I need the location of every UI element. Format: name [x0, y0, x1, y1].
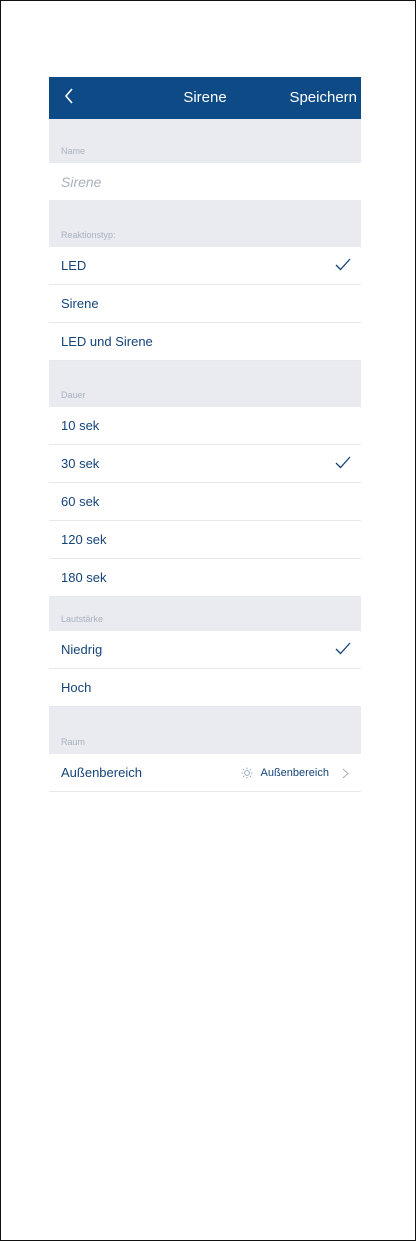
reaction-option-led[interactable]: LED — [49, 247, 361, 285]
navigation-bar: Sirene Speichern — [49, 77, 361, 119]
section-header-reaction: Reaktionstyp: — [49, 200, 361, 247]
section-header-duration: Dauer — [49, 361, 361, 407]
option-label: 60 sek — [61, 494, 100, 509]
duration-option-30[interactable]: 30 sek — [49, 445, 361, 483]
option-label: 30 sek — [61, 456, 100, 471]
sun-icon — [241, 767, 253, 779]
duration-option-60[interactable]: 60 sek — [49, 483, 361, 521]
option-label: Hoch — [61, 680, 92, 695]
room-value-text: Außenbereich — [260, 767, 330, 779]
option-label: LED — [61, 258, 87, 273]
duration-option-180[interactable]: 180 sek — [49, 559, 361, 597]
reaction-option-led-und-sirene[interactable]: LED und Sirene — [49, 323, 361, 361]
section-header-name: Name — [49, 119, 361, 163]
option-label: Niedrig — [61, 642, 103, 657]
section-header-volume: Lautstärke — [49, 597, 361, 631]
option-label: LED und Sirene — [61, 334, 153, 349]
device-frame: Sirene Speichern Name Sirene Reaktionsty… — [0, 0, 416, 1241]
checkmark-icon — [335, 456, 351, 472]
reaction-option-sirene[interactable]: Sirene — [49, 285, 361, 323]
option-label: Sirene — [61, 296, 99, 311]
checkmark-icon — [335, 642, 351, 658]
settings-screen: Sirene Speichern Name Sirene Reaktionsty… — [49, 77, 361, 792]
duration-option-120[interactable]: 120 sek — [49, 521, 361, 559]
volume-option-niedrig[interactable]: Niedrig — [49, 631, 361, 669]
room-selector[interactable]: Außenbereich Außenbereich — [49, 754, 361, 792]
room-label: Außenbereich — [61, 765, 142, 780]
room-value: Außenbereich — [241, 754, 330, 792]
option-label: 180 sek — [61, 570, 107, 585]
option-label: 120 sek — [61, 532, 107, 547]
checkmark-icon — [335, 258, 351, 274]
save-button[interactable]: Speichern — [289, 77, 357, 119]
section-header-room: Raum — [49, 707, 361, 754]
duration-option-10[interactable]: 10 sek — [49, 407, 361, 445]
name-field[interactable]: Sirene — [49, 163, 361, 200]
volume-option-hoch[interactable]: Hoch — [49, 669, 361, 707]
chevron-right-icon — [342, 767, 349, 782]
option-label: 10 sek — [61, 418, 100, 433]
